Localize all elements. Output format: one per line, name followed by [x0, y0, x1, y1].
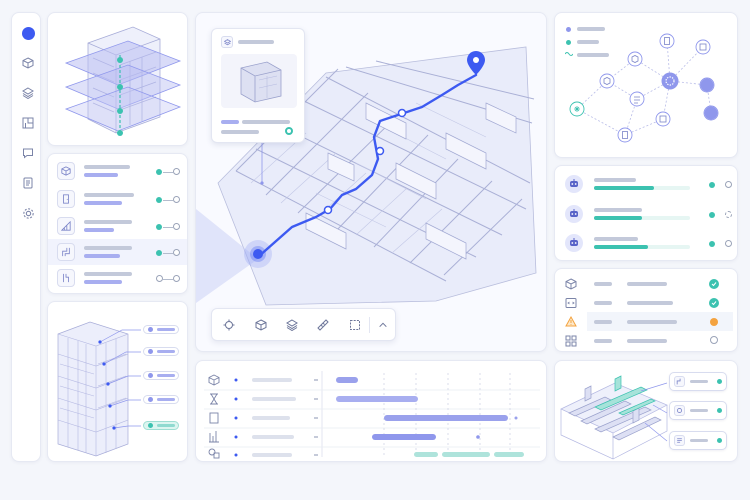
select-button[interactable]: [346, 316, 364, 334]
layers-icon: [22, 87, 34, 99]
status-active: [717, 379, 722, 384]
schedule-card: [195, 360, 547, 462]
schedule-gantt[interactable]: [196, 361, 547, 462]
cube-icon: [255, 319, 267, 331]
status-toggle[interactable]: [725, 211, 732, 218]
check-pass-icon: [709, 298, 719, 308]
code-icon: [565, 298, 577, 308]
status-active: [709, 182, 715, 188]
status-active: [717, 438, 722, 443]
warning-icon: [565, 316, 577, 327]
callout-tag[interactable]: [143, 347, 179, 356]
stair-icon: [57, 217, 75, 235]
status-toggle[interactable]: [725, 181, 732, 188]
cube-icon: [57, 162, 75, 180]
layers-button[interactable]: [20, 85, 36, 101]
progress-bar: [594, 216, 690, 220]
map-toolbar: [211, 308, 396, 341]
measure-button[interactable]: [314, 316, 332, 334]
tower-callouts-card: [47, 301, 188, 462]
callout-tag[interactable]: [143, 395, 179, 404]
assignee-card: [554, 165, 738, 261]
element-list-card: [47, 153, 188, 294]
check-pass-icon: [709, 279, 719, 289]
floorplan-viewport[interactable]: [195, 12, 547, 352]
chevron-up-icon: [379, 322, 387, 328]
layers-icon: [221, 36, 233, 48]
mep-panel-card: [554, 360, 738, 462]
camera-icon: [674, 405, 685, 416]
status-active: [709, 241, 715, 247]
visibility-toggle[interactable]: [156, 223, 182, 231]
progress-fill: [594, 216, 642, 220]
document-icon: [23, 177, 33, 189]
element-thumbnail: [221, 54, 297, 108]
gear-icon: [22, 207, 34, 219]
select-frame-icon: [350, 320, 360, 330]
pipe-icon: [57, 243, 75, 261]
pipe-icon: [674, 376, 685, 387]
cube-icon: [240, 61, 282, 103]
progress-fill: [594, 186, 654, 190]
floorplan-icon: [22, 117, 34, 129]
door-icon: [57, 190, 75, 208]
progress-bar: [594, 245, 690, 249]
robot-icon: [565, 175, 583, 193]
progress-bar: [594, 186, 690, 190]
cube-icon: [22, 57, 34, 69]
cube-icon: [565, 278, 577, 290]
document-icon: [674, 435, 685, 446]
mep-item-card[interactable]: [669, 401, 727, 420]
crosshair-icon: [223, 319, 235, 331]
settings-button[interactable]: [20, 205, 36, 221]
mep-item-card[interactable]: [669, 372, 727, 391]
visibility-toggle[interactable]: [156, 168, 182, 176]
progress-fill: [594, 245, 648, 249]
circle-dot-icon: [21, 26, 35, 40]
comment-icon: [23, 148, 33, 159]
grid-icon: [565, 335, 577, 347]
building-floors-illustration[interactable]: [48, 13, 188, 146]
element-popup[interactable]: [211, 28, 305, 143]
duct-icon: [57, 269, 75, 287]
documents-button[interactable]: [20, 175, 36, 191]
ruler-icon: [317, 319, 329, 331]
robot-icon: [565, 234, 583, 252]
comments-button[interactable]: [20, 145, 36, 161]
checklist-card: [554, 268, 738, 352]
robot-icon: [565, 205, 583, 223]
layers-icon: [286, 319, 298, 331]
visibility-toggle[interactable]: [156, 196, 182, 204]
floorplan-button[interactable]: [20, 115, 36, 131]
collapse-button[interactable]: [374, 316, 392, 334]
building-floors-card: [47, 12, 188, 146]
locate-button[interactable]: [220, 316, 238, 334]
model-button[interactable]: [20, 55, 36, 71]
visibility-toggle[interactable]: [156, 249, 182, 257]
left-rail: [11, 12, 41, 462]
node-graph-card: [554, 12, 738, 158]
dependency-graph[interactable]: [555, 13, 738, 158]
status-none[interactable]: [710, 336, 718, 344]
callout-tag[interactable]: [143, 371, 179, 380]
status-warning: [710, 318, 718, 326]
layers-button[interactable]: [283, 316, 301, 334]
status-active: [709, 212, 715, 218]
status-active: [717, 408, 722, 413]
callout-tag-active[interactable]: [143, 421, 179, 430]
model-button[interactable]: [252, 316, 270, 334]
mep-item-card[interactable]: [669, 431, 727, 450]
home-button[interactable]: [20, 25, 36, 41]
status-toggle[interactable]: [725, 240, 732, 247]
callout-tag[interactable]: [143, 325, 179, 334]
visibility-toggle[interactable]: [156, 275, 182, 283]
